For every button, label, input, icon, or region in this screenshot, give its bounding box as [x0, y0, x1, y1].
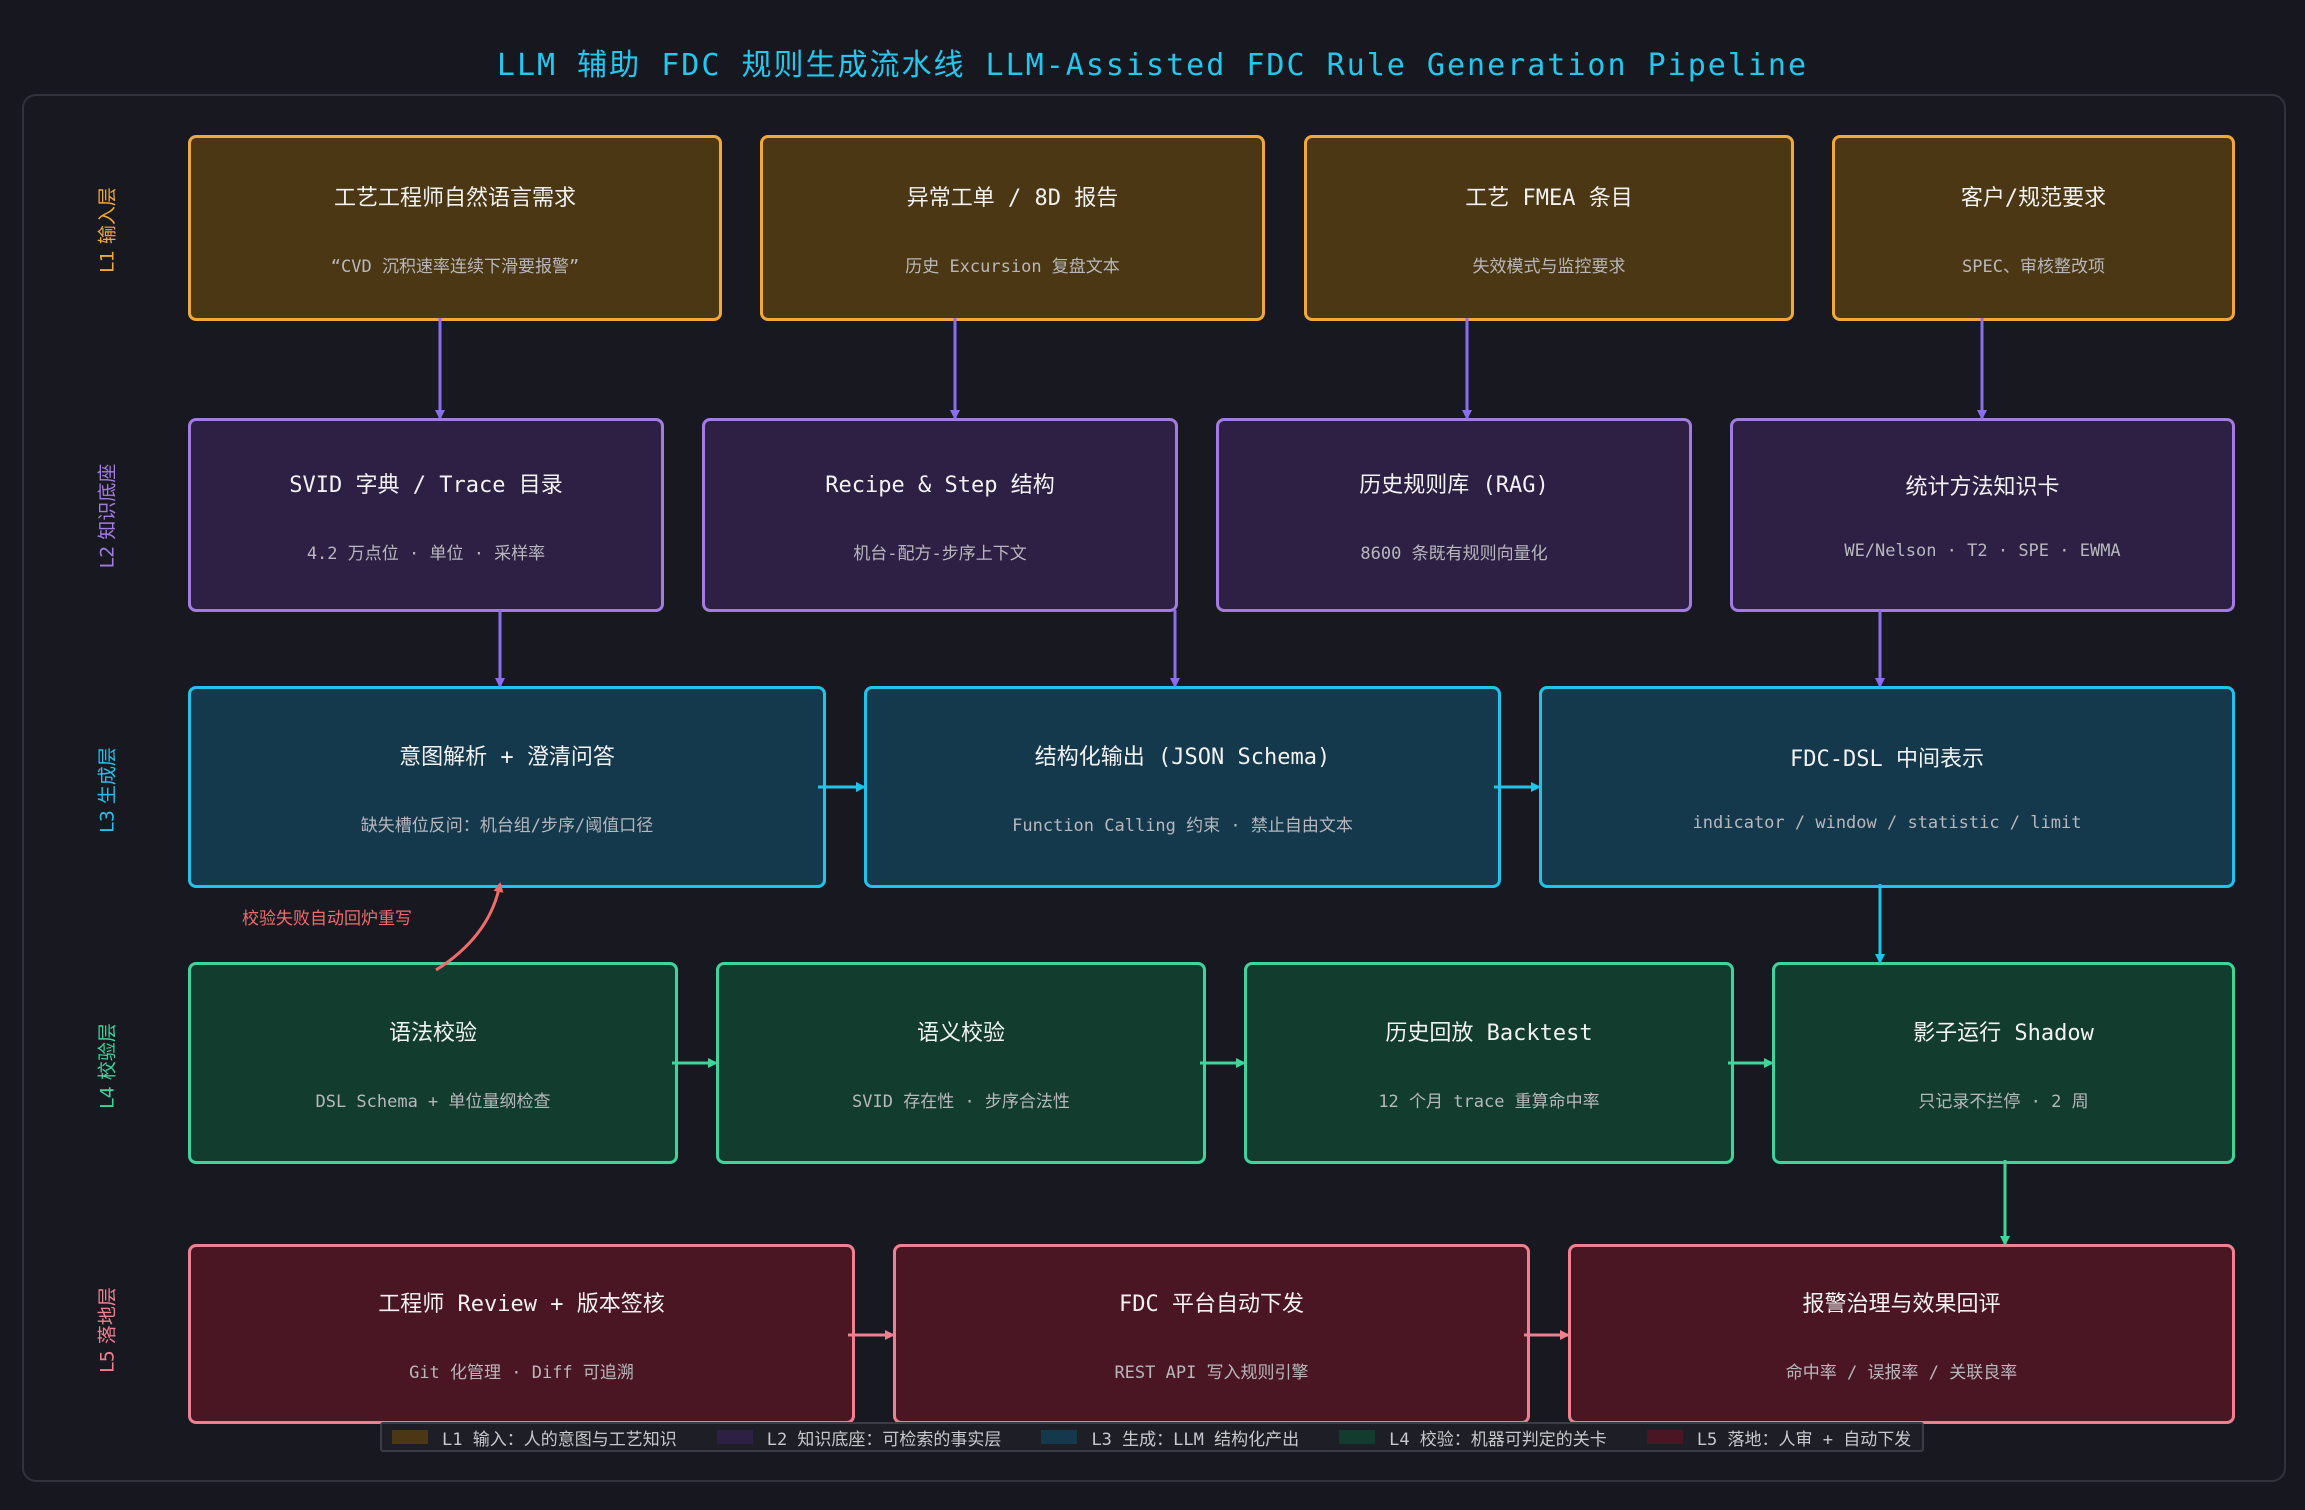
box-subtitle: 历史 Excursion 复盘文本 [905, 256, 1120, 277]
legend-text: L2 知识底座：可检索的事实层 [766, 1429, 1002, 1450]
box-subtitle: 8600 条既有规则向量化 [1360, 543, 1548, 564]
box-title: 异常工单 / 8D 报告 [906, 185, 1119, 211]
box-subtitle: “CVD 沉积速率连续下滑要报警” [330, 256, 580, 277]
box-title: 意图解析 + 澄清问答 [399, 744, 615, 770]
box-title: 历史回放 Backtest [1385, 1020, 1593, 1046]
legend-item-l2: L2 知识底座：可检索的事实层 [716, 1425, 1002, 1450]
page-title: LLM 辅助 FDC 规则生成流水线 LLM-Assisted FDC Rule… [496, 48, 1809, 83]
legend-text: L5 落地：人审 + 自动下发 [1696, 1429, 1912, 1450]
box-title: 影子运行 Shadow [1913, 1020, 2094, 1046]
layer-label-l5: L5 落地层 [96, 1287, 119, 1373]
l2-box-svid-dictionary: SVID 字典 / Trace 目录 4.2 万点位 · 单位 · 采样率 [188, 418, 664, 612]
l1-box-engineer-request: 工艺工程师自然语言需求 “CVD 沉积速率连续下滑要报警” [188, 135, 722, 321]
l3-box-fdc-dsl: FDC-DSL 中间表示 indicator / window / statis… [1539, 686, 2235, 888]
box-title: 统计方法知识卡 [1905, 475, 2060, 500]
box-subtitle: 缺失槽位反问：机台组/步序/阈值口径 [360, 815, 654, 836]
legend-item-l1: L1 输入：人的意图与工艺知识 [392, 1425, 677, 1450]
legend-item-l5: L5 落地：人审 + 自动下发 [1646, 1425, 1912, 1450]
box-title: 工程师 Review + 版本签核 [378, 1291, 665, 1317]
l1-box-8d-report: 异常工单 / 8D 报告 历史 Excursion 复盘文本 [760, 135, 1265, 321]
l1-box-customer-spec: 客户/规范要求 SPEC、审核整改项 [1832, 135, 2235, 321]
legend-item-l4: L4 校验：机器可判定的关卡 [1339, 1425, 1607, 1450]
box-subtitle: 4.2 万点位 · 单位 · 采样率 [306, 543, 546, 564]
box-subtitle: indicator / window / statistic / limit [1692, 813, 2082, 833]
box-title: 语义校验 [916, 1020, 1005, 1046]
box-subtitle: 只记录不拦停 · 2 周 [1918, 1091, 2089, 1112]
l4-box-backtest: 历史回放 Backtest 12 个月 trace 重算命中率 [1244, 962, 1734, 1164]
box-subtitle: WE/Nelson · T2 · SPE · EWMA [1844, 541, 2121, 561]
legend-text: L3 生成：LLM 结构化产出 [1091, 1429, 1300, 1450]
box-title: 客户/规范要求 [1960, 185, 2107, 211]
legend-item-l3: L3 生成：LLM 结构化产出 [1041, 1425, 1299, 1450]
legend-text: L4 校验：机器可判定的关卡 [1389, 1429, 1607, 1450]
l3-box-intent-parsing: 意图解析 + 澄清问答 缺失槽位反问：机台组/步序/阈值口径 [188, 686, 826, 888]
l2-box-recipe-step: Recipe & Step 结构 机台-配方-步序上下文 [702, 418, 1178, 612]
l2-box-rule-library: 历史规则库 (RAG) 8600 条既有规则向量化 [1216, 418, 1692, 612]
legend-swatch [1041, 1430, 1078, 1444]
retry-label: 校验失败自动回炉重写 [242, 909, 412, 929]
legend-swatch [392, 1430, 428, 1444]
legend-swatch [1339, 1430, 1376, 1444]
l5-box-engineer-review: 工程师 Review + 版本签核 Git 化管理 · Diff 可追溯 [188, 1244, 855, 1424]
box-subtitle: 命中率 / 误报率 / 关联良率 [1785, 1362, 2018, 1383]
box-subtitle: DSL Schema + 单位量纲检查 [315, 1091, 551, 1112]
l5-box-alarm-governance: 报警治理与效果回评 命中率 / 误报率 / 关联良率 [1568, 1244, 2235, 1424]
legend-text: L1 输入：人的意图与工艺知识 [442, 1429, 677, 1450]
box-title: 结构化输出 (JSON Schema) [1034, 744, 1331, 770]
l5-box-auto-deploy: FDC 平台自动下发 REST API 写入规则引擎 [893, 1244, 1530, 1424]
l2-box-stats-cards: 统计方法知识卡 WE/Nelson · T2 · SPE · EWMA [1730, 418, 2235, 612]
box-subtitle: SVID 存在性 · 步序合法性 [852, 1091, 1070, 1112]
l4-box-syntax-check: 语法校验 DSL Schema + 单位量纲检查 [188, 962, 678, 1164]
box-title: FDC 平台自动下发 [1119, 1291, 1304, 1317]
legend-swatch [1646, 1430, 1683, 1444]
box-subtitle: REST API 写入规则引擎 [1114, 1362, 1309, 1383]
box-title: Recipe & Step 结构 [825, 472, 1055, 498]
layer-label-l2: L2 知识底座 [96, 463, 119, 569]
box-title: FDC-DSL 中间表示 [1790, 747, 1984, 772]
box-subtitle: Function Calling 约束 · 禁止自由文本 [1012, 815, 1353, 836]
box-subtitle: 失效模式与监控要求 [1472, 256, 1626, 277]
box-title: 语法校验 [388, 1020, 477, 1046]
legend: L1 输入：人的意图与工艺知识 L2 知识底座：可检索的事实层 L3 生成：LL… [380, 1422, 1924, 1452]
l1-box-fmea: 工艺 FMEA 条目 失效模式与监控要求 [1304, 135, 1794, 321]
box-subtitle: Git 化管理 · Diff 可追溯 [409, 1362, 634, 1383]
l4-box-semantic-check: 语义校验 SVID 存在性 · 步序合法性 [716, 962, 1206, 1164]
layer-label-l4: L4 校验层 [96, 1023, 119, 1109]
box-title: 历史规则库 (RAG) [1359, 472, 1549, 498]
layer-label-l3: L3 生成层 [96, 747, 119, 833]
box-subtitle: 12 个月 trace 重算命中率 [1378, 1091, 1600, 1112]
box-title: 工艺工程师自然语言需求 [333, 185, 576, 211]
l3-box-structured-output: 结构化输出 (JSON Schema) Function Calling 约束 … [864, 686, 1501, 888]
box-title: 报警治理与效果回评 [1802, 1291, 2001, 1317]
l4-box-shadow-run: 影子运行 Shadow 只记录不拦停 · 2 周 [1772, 962, 2235, 1164]
box-title: SVID 字典 / Trace 目录 [289, 472, 563, 498]
legend-swatch [716, 1430, 753, 1444]
layer-label-l1: L1 输入层 [96, 187, 119, 273]
box-subtitle: 机台-配方-步序上下文 [853, 543, 1027, 564]
box-subtitle: SPEC、审核整改项 [1962, 256, 2105, 277]
box-title: 工艺 FMEA 条目 [1465, 185, 1633, 211]
